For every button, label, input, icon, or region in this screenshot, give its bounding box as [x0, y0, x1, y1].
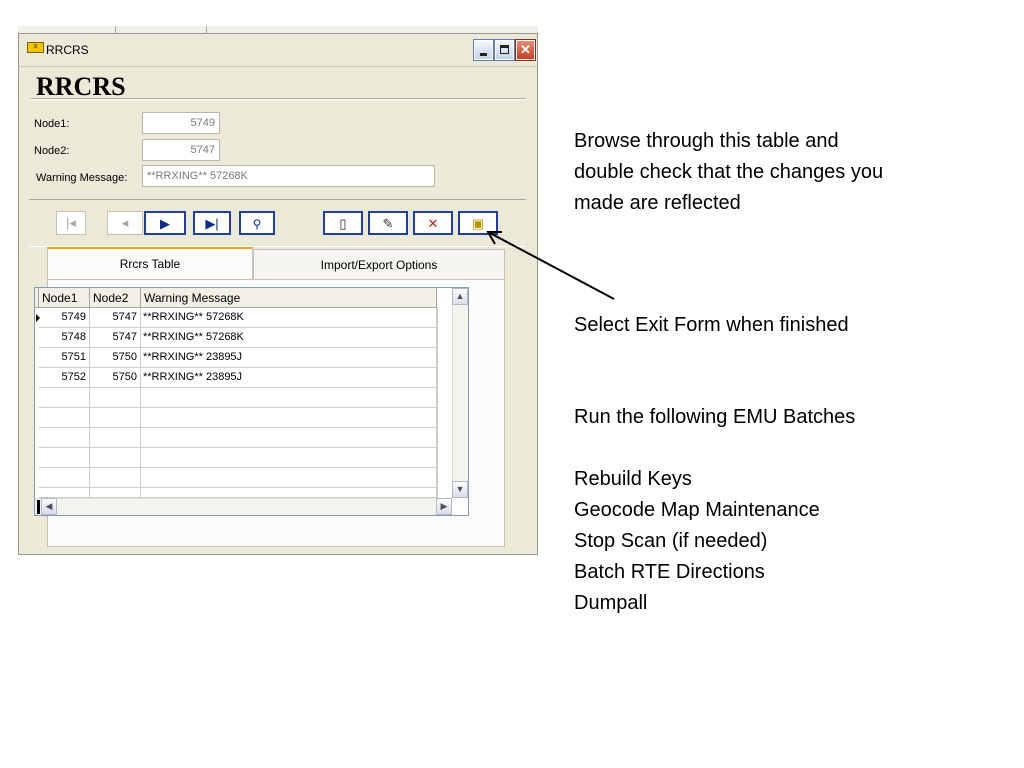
cell-node2[interactable]: 5750	[90, 368, 141, 388]
batch-list: Rebuild Keys Geocode Map Maintenance Sto…	[574, 464, 820, 619]
batch-item: Batch RTE Directions	[574, 561, 765, 583]
empty-cell[interactable]	[90, 488, 141, 498]
edit-record-button[interactable]: ✎	[368, 211, 408, 235]
node1-field[interactable]: 5749	[142, 112, 220, 134]
close-icon: ✕	[520, 42, 531, 57]
rrcrs-data-grid[interactable]: Node1 Node2 Warning Message 5749 5747 **…	[34, 287, 469, 516]
note-line: made are reflected	[574, 192, 741, 214]
previous-record-button[interactable]: ◂	[107, 211, 143, 235]
rrcrs-window: ≡ RRCRS ✕ RRCRS Node1: 5749 Node2: 5747 …	[18, 33, 538, 555]
minimize-button[interactable]	[473, 39, 494, 61]
batch-item: Stop Scan (if needed)	[574, 530, 768, 552]
warning-message-label: Warning Message:	[36, 172, 128, 184]
cell-node2[interactable]: 5747	[90, 328, 141, 348]
cell-node2[interactable]: 5747	[90, 308, 141, 328]
column-header-node2[interactable]: Node2	[90, 288, 141, 308]
chevron-up-icon: ▲	[455, 291, 465, 301]
scroll-left-edge	[37, 500, 40, 514]
strip-divider	[115, 26, 116, 33]
maximize-icon	[500, 45, 509, 54]
first-record-button[interactable]: |◂	[56, 211, 86, 235]
cell-node1[interactable]: 5752	[39, 368, 90, 388]
close-button[interactable]: ✕	[515, 39, 536, 61]
app-icon: ≡	[27, 42, 44, 53]
empty-cell[interactable]	[141, 388, 437, 408]
chevron-left-icon: ◀	[45, 501, 53, 511]
cell-warning-message[interactable]: **RRXING** 23895J	[141, 348, 437, 368]
last-record-icon: ▶|	[205, 216, 219, 231]
tab-import-export-options[interactable]: Import/Export Options	[253, 249, 505, 279]
annotation-arrow	[486, 231, 615, 300]
batch-item: Rebuild Keys	[574, 468, 692, 490]
empty-cell[interactable]	[141, 428, 437, 448]
column-header-warning-message[interactable]: Warning Message	[141, 288, 437, 308]
run-batches-instruction: Run the following EMU Batches	[574, 406, 856, 428]
new-record-icon: ▯	[339, 216, 347, 231]
strip-divider	[206, 26, 207, 33]
binoculars-icon: ⚲	[252, 217, 262, 231]
cell-warning-message[interactable]: **RRXING** 23895J	[141, 368, 437, 388]
cell-node1[interactable]: 5749	[39, 308, 90, 328]
exit-instruction: Select Exit Form when finished	[574, 314, 849, 336]
empty-cell[interactable]	[39, 468, 90, 488]
batch-item: Geocode Map Maintenance	[574, 499, 820, 521]
empty-cell[interactable]	[90, 448, 141, 468]
empty-cell[interactable]	[141, 468, 437, 488]
title-bar[interactable]: ≡ RRCRS ✕	[19, 34, 537, 67]
empty-cell[interactable]	[90, 468, 141, 488]
grid-filler-column	[437, 308, 452, 498]
scroll-right-button[interactable]: ▶	[436, 498, 452, 515]
tab-rrcrs-table[interactable]: Rrcrs Table	[47, 247, 253, 279]
empty-cell[interactable]	[90, 428, 141, 448]
new-record-button[interactable]: ▯	[323, 211, 363, 235]
heading-divider	[31, 98, 526, 100]
vertical-scrollbar[interactable]: ▲ ▼	[452, 288, 468, 498]
cell-warning-message[interactable]: **RRXING** 57268K	[141, 308, 437, 328]
warning-message-field[interactable]: **RRXING** 57268K	[142, 165, 435, 187]
find-button[interactable]: ⚲	[239, 211, 275, 235]
next-record-button[interactable]: ▶	[144, 211, 186, 235]
empty-cell[interactable]	[39, 488, 90, 498]
maximize-button[interactable]	[494, 39, 515, 61]
horizontal-scrollbar[interactable]: ◀ ▶	[35, 498, 452, 515]
node2-label: Node2:	[34, 145, 70, 157]
empty-cell[interactable]	[90, 388, 141, 408]
previous-record-icon: ◂	[121, 215, 129, 230]
delete-record-button[interactable]: ✕	[413, 211, 453, 235]
cell-node1[interactable]: 5751	[39, 348, 90, 368]
empty-cell[interactable]	[39, 388, 90, 408]
chevron-down-icon: ▼	[455, 484, 465, 494]
scroll-up-button[interactable]: ▲	[452, 288, 468, 305]
minimize-icon	[480, 53, 487, 56]
scroll-left-button[interactable]: ◀	[41, 498, 57, 515]
empty-cell[interactable]	[141, 408, 437, 428]
empty-cell[interactable]	[39, 428, 90, 448]
chevron-right-icon: ▶	[440, 501, 448, 511]
cell-node2[interactable]: 5750	[90, 348, 141, 368]
note-line: Browse through this table and	[574, 130, 839, 152]
edit-record-icon: ✎	[382, 216, 394, 231]
note-line: double check that the changes you	[574, 161, 884, 183]
scroll-down-button[interactable]: ▼	[452, 481, 468, 498]
first-record-icon: |◂	[66, 215, 76, 230]
empty-cell[interactable]	[39, 408, 90, 428]
empty-cell[interactable]	[141, 488, 437, 498]
batch-item: Dumpall	[574, 592, 648, 614]
node1-label: Node1:	[34, 118, 70, 130]
column-header-node1[interactable]: Node1	[39, 288, 90, 308]
node2-field[interactable]: 5747	[142, 139, 220, 161]
browse-instruction: Browse through this table and double che…	[574, 126, 883, 219]
arrow-line	[489, 232, 615, 300]
cell-node1[interactable]: 5748	[39, 328, 90, 348]
last-record-button[interactable]: ▶|	[193, 211, 231, 235]
empty-cell[interactable]	[90, 408, 141, 428]
delete-record-icon: ✕	[427, 216, 439, 231]
next-record-icon: ▶	[160, 216, 170, 231]
empty-cell[interactable]	[141, 448, 437, 468]
window-title: RRCRS	[46, 43, 89, 57]
cell-warning-message[interactable]: **RRXING** 57268K	[141, 328, 437, 348]
empty-cell[interactable]	[39, 448, 90, 468]
